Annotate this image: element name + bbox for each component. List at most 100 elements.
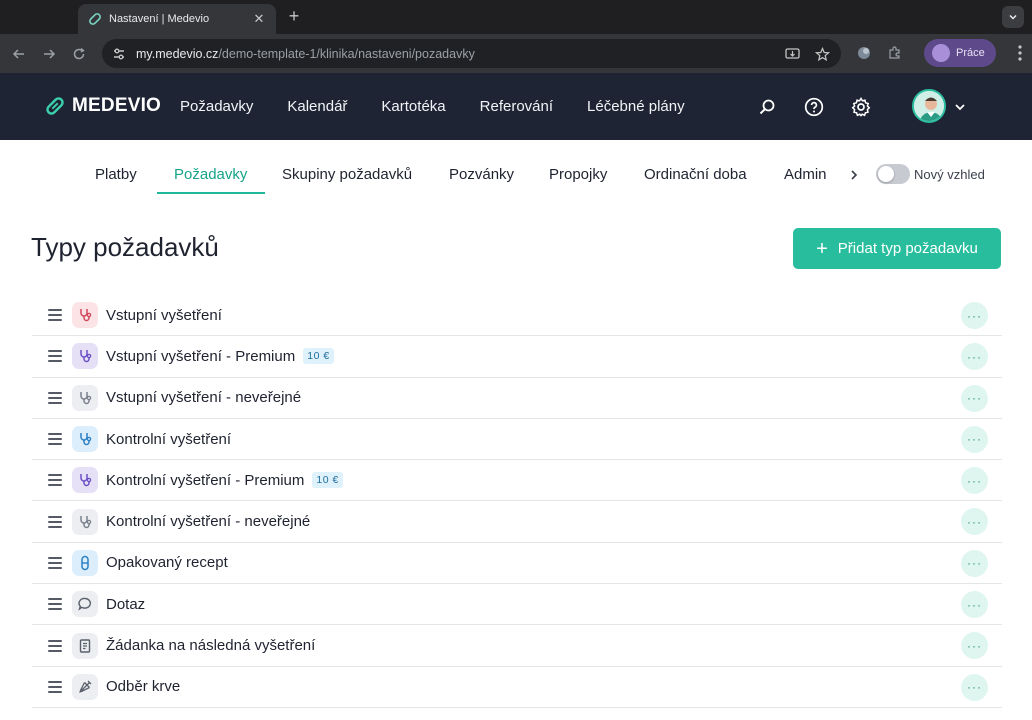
new-look-toggle-label: Nový vzhled <box>914 167 985 182</box>
arrow-left-icon <box>12 48 24 59</box>
stethoscope-icon <box>72 467 98 494</box>
add-request-type-button[interactable]: + Přidat typ požadavku <box>793 228 1001 269</box>
more-options-button[interactable]: ··· <box>961 425 988 453</box>
request-type-name: Opakovaný recept <box>106 554 228 572</box>
price-badge: 10 € <box>312 472 343 489</box>
tab-search-button[interactable] <box>1002 6 1024 28</box>
more-options-button[interactable]: ··· <box>961 673 988 701</box>
list-item[interactable]: Kontrolní vyšetření - Premium 10 € ··· <box>32 460 1002 502</box>
profile-avatar <box>932 44 950 62</box>
medevio-logo[interactable]: MEDEVIO <box>44 95 161 117</box>
drag-handle-icon[interactable] <box>48 598 62 611</box>
extensions-puzzle-icon[interactable] <box>884 42 906 64</box>
logo-pill-icon <box>46 97 64 115</box>
request-type-name: Kontrolní vyšetření - neveřejné <box>106 513 311 531</box>
install-app-icon[interactable] <box>783 45 801 63</box>
list-item[interactable]: Vstupní vyšetření - Premium 10 € ··· <box>32 336 1002 378</box>
document-icon <box>72 632 98 659</box>
pill-icon <box>72 549 98 576</box>
request-type-name: Odběr krve <box>106 678 181 696</box>
tab-pozadavky[interactable]: Požadavky <box>174 166 247 183</box>
stethoscope-icon <box>72 508 98 535</box>
browser-menu-icon[interactable] <box>1018 45 1022 66</box>
list-item[interactable]: Vstupní vyšetření - neveřejné ··· <box>32 378 1002 419</box>
list-item[interactable]: Kontrolní vyšetření - neveřejné ··· <box>32 501 1002 543</box>
drag-handle-icon[interactable] <box>48 474 62 487</box>
list-item[interactable]: Opakovaný recept ··· <box>32 543 1002 585</box>
request-type-name: Kontrolní vyšetření - Premium <box>106 471 305 489</box>
app-header: MEDEVIO Požadavky Kalendář Kartotéka Ref… <box>0 73 1032 140</box>
profile-chip[interactable]: Práce <box>924 39 996 67</box>
main-nav-lecebne-plany[interactable]: Léčebné plány <box>587 98 685 115</box>
more-options-button[interactable]: ··· <box>961 632 988 660</box>
more-options-button[interactable]: ··· <box>961 549 988 577</box>
search-icon[interactable] <box>756 96 778 118</box>
more-options-button[interactable]: ··· <box>961 302 988 329</box>
user-avatar[interactable] <box>912 89 946 123</box>
tab-admin[interactable]: Admin <box>784 166 827 183</box>
browser-tab[interactable]: Nastavení | Medevio ✕ <box>78 4 276 34</box>
drag-handle-icon[interactable] <box>48 515 62 528</box>
list-item[interactable]: Vstupní vyšetření ··· <box>32 295 1002 337</box>
stethoscope-icon <box>72 426 98 453</box>
chat-bubble-icon <box>72 591 98 618</box>
tabs-scroll-chevron-right-icon[interactable] <box>849 168 859 186</box>
stethoscope-icon <box>72 384 98 411</box>
new-tab-button[interactable]: + <box>284 6 304 27</box>
tab-propojky[interactable]: Propojky <box>549 166 607 183</box>
extension-icon[interactable] <box>853 42 875 64</box>
main-nav-referovani[interactable]: Referování <box>480 98 553 115</box>
drag-handle-icon[interactable] <box>48 391 62 404</box>
tab-skupiny-pozadavku[interactable]: Skupiny požadavků <box>282 166 412 183</box>
plus-icon: + <box>816 237 828 260</box>
list-item[interactable]: Žádanka na následná vyšetření ··· <box>32 625 1002 667</box>
request-type-name: Vstupní vyšetření - neveřejné <box>106 389 302 407</box>
drag-handle-icon[interactable] <box>48 433 62 446</box>
request-type-name: Žádanka na následná vyšetření <box>106 637 316 655</box>
url-host: my.medevio.cz <box>136 46 219 61</box>
new-look-toggle[interactable] <box>876 164 910 184</box>
list-item[interactable]: Dotaz ··· <box>32 584 1002 626</box>
tab-ordinacni-doba[interactable]: Ordinační doba <box>644 166 747 183</box>
request-types-list: Vstupní vyšetření ··· Vstupní vyšetření … <box>32 295 1002 708</box>
drag-handle-icon[interactable] <box>48 680 62 693</box>
main-nav-kartoteka[interactable]: Kartotéka <box>381 98 445 115</box>
list-item[interactable]: Odběr krve ··· <box>32 667 1002 708</box>
list-item[interactable]: Kontrolní vyšetření ··· <box>32 419 1002 461</box>
reload-button[interactable] <box>64 39 94 69</box>
browser-toolbar: my.medevio.cz/demo-template-1/klinika/na… <box>0 34 1032 73</box>
syringe-icon <box>72 673 98 700</box>
tab-platby[interactable]: Platby <box>95 166 137 183</box>
url-text: my.medevio.cz/demo-template-1/klinika/na… <box>136 47 475 61</box>
bookmark-star-icon[interactable] <box>813 45 831 63</box>
forward-button[interactable] <box>34 39 64 69</box>
more-options-button[interactable]: ··· <box>961 508 988 536</box>
add-request-type-label: Přidat typ požadavku <box>837 240 978 257</box>
browser-tab-title: Nastavení | Medevio <box>109 13 210 25</box>
drag-handle-icon[interactable] <box>48 639 62 652</box>
main-nav-pozadavky[interactable]: Požadavky <box>180 98 253 115</box>
price-badge: 10 € <box>303 348 334 365</box>
more-options-button[interactable]: ··· <box>961 384 988 412</box>
url-path: /demo-template-1/klinika/nastaveni/pozad… <box>218 46 475 61</box>
drag-handle-icon[interactable] <box>48 556 62 569</box>
reload-icon <box>73 47 85 59</box>
more-options-button[interactable]: ··· <box>961 467 988 495</box>
main-nav-kalendar[interactable]: Kalendář <box>287 98 347 115</box>
gear-icon[interactable] <box>850 96 872 118</box>
more-options-button[interactable]: ··· <box>961 343 988 371</box>
more-options-button[interactable]: ··· <box>961 591 988 619</box>
drag-handle-icon[interactable] <box>48 309 62 322</box>
tab-pozvanky[interactable]: Pozvánky <box>449 166 514 183</box>
drag-handle-icon[interactable] <box>48 350 62 363</box>
arrow-right-icon <box>44 48 56 59</box>
account-chevron-down-icon[interactable] <box>954 100 966 118</box>
request-type-name: Vstupní vyšetření - Premium <box>106 347 296 365</box>
close-tab-icon[interactable]: ✕ <box>252 11 266 27</box>
logo-text: MEDEVIO <box>72 95 162 116</box>
request-type-name: Dotaz <box>106 595 146 613</box>
help-icon[interactable] <box>803 96 825 118</box>
address-bar[interactable]: my.medevio.cz/demo-template-1/klinika/na… <box>102 39 841 68</box>
site-settings-icon[interactable] <box>112 46 128 62</box>
back-button[interactable] <box>4 39 34 69</box>
